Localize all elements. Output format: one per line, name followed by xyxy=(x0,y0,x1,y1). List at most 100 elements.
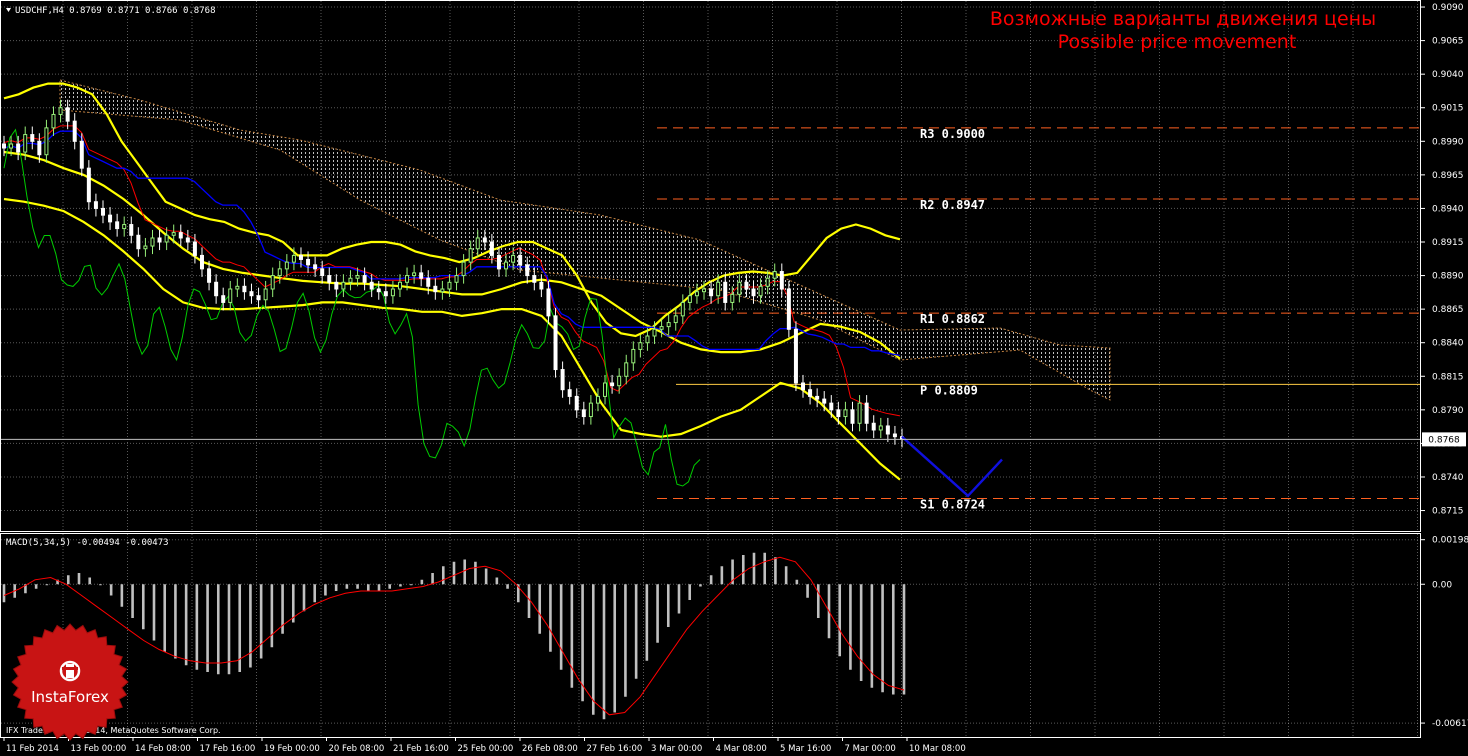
trading-chart: R3 0.9000 R2 0.8947 R1 0.8862 P 0.8809 S1 0.… xyxy=(0,0,1468,754)
candle-body xyxy=(30,134,35,142)
macd-bar xyxy=(688,584,692,600)
price-tick-label: 0.8790 xyxy=(1432,406,1464,416)
candle-body xyxy=(383,291,388,297)
candle-body xyxy=(461,261,466,277)
macd-bar xyxy=(313,584,317,603)
macd-bar xyxy=(88,577,92,585)
macd-bar xyxy=(399,584,402,587)
candle-body xyxy=(157,237,162,243)
indicator-lines xyxy=(3,82,901,487)
macd-bar xyxy=(656,584,659,643)
candle-body xyxy=(433,285,438,293)
candle-body xyxy=(426,277,431,287)
macd-bar xyxy=(549,584,552,652)
price-axis: 0.9090 0.9065 0.9040 0.9015 0.8990 0.8965 0.89… xyxy=(1,3,1468,729)
candle-body xyxy=(108,214,113,223)
macd-label: MACD(5,34,5) -0.00494 -0.00473 xyxy=(6,538,169,548)
candle-body xyxy=(864,402,869,424)
candle-body xyxy=(857,402,862,424)
macd-bar xyxy=(152,584,156,641)
macd-bar xyxy=(699,584,702,587)
candle-body xyxy=(567,389,572,397)
macd-bar xyxy=(131,584,134,618)
macd-bar xyxy=(881,584,884,693)
candle-body xyxy=(419,272,424,279)
macd-bar xyxy=(463,559,467,585)
time-tick-label: 5 Mar 16:00 xyxy=(780,744,831,754)
macd-bar xyxy=(34,584,38,589)
macd-bar xyxy=(645,584,649,661)
candle-body xyxy=(100,207,105,216)
level-label: P 0.8809 xyxy=(920,383,978,397)
candle-body xyxy=(716,281,721,297)
time-tick-label: 14 Feb 08:00 xyxy=(135,744,191,754)
time-tick-label: 13 Feb 00:00 xyxy=(71,744,127,754)
price-tick-label: 0.8890 xyxy=(1432,272,1464,282)
macd-bar xyxy=(174,584,177,659)
macd-bar xyxy=(163,584,167,652)
price-tick-label: 0.8840 xyxy=(1432,339,1464,349)
candle-body xyxy=(37,140,42,156)
candle-body xyxy=(468,248,473,263)
candle-body xyxy=(2,143,6,149)
candle-body xyxy=(207,268,212,283)
price-tick-label: 0.8815 xyxy=(1432,372,1464,382)
candle-body xyxy=(574,395,579,411)
dropdown-arrow-icon[interactable] xyxy=(6,8,11,12)
candle-body xyxy=(560,369,565,391)
candle-body xyxy=(129,224,134,236)
macd-bar xyxy=(506,584,509,589)
candle-body xyxy=(143,245,148,250)
macd-bar xyxy=(141,584,145,630)
time-tick-label: 17 Feb 16:00 xyxy=(200,744,256,754)
candle-body xyxy=(355,275,360,279)
price-tick-label: 0.8865 xyxy=(1432,305,1464,315)
candle-body xyxy=(150,237,155,247)
macd-bar xyxy=(784,566,788,585)
candle-body xyxy=(751,288,756,297)
macd-bar xyxy=(602,584,606,720)
macd-bar xyxy=(634,584,638,679)
macd-bar xyxy=(763,552,767,585)
candle-body xyxy=(489,241,494,256)
macd-bar xyxy=(356,584,359,589)
macd-bar xyxy=(66,575,70,585)
candle-body xyxy=(786,288,791,330)
macd-bar xyxy=(720,566,724,585)
macd-bar xyxy=(77,573,81,585)
candle-body xyxy=(815,395,820,400)
candle-body xyxy=(58,107,63,115)
macd-bar xyxy=(538,584,542,634)
candle-body xyxy=(801,382,806,391)
candle-body xyxy=(192,241,197,256)
level-label: R1 0.8862 xyxy=(920,312,985,326)
candle-body xyxy=(405,275,410,283)
macd-bar xyxy=(806,584,809,598)
macd-bar xyxy=(849,584,852,670)
candle-body xyxy=(617,375,622,387)
time-tick-label: 3 Mar 00:00 xyxy=(651,744,702,754)
candle-body xyxy=(822,398,827,404)
candle-body xyxy=(553,315,558,371)
macd-bar xyxy=(591,584,595,715)
candle-body xyxy=(765,277,770,287)
candle-body xyxy=(808,389,813,397)
candle-body xyxy=(610,382,615,387)
time-tick-label: 10 Mar 08:00 xyxy=(909,744,966,754)
candle-body xyxy=(178,232,183,239)
macd-bar xyxy=(774,557,777,585)
candle-body xyxy=(758,285,763,297)
candle-body xyxy=(327,275,332,283)
candle-body xyxy=(518,254,523,266)
macd-bar xyxy=(345,584,349,589)
candle-body xyxy=(341,281,346,290)
price-tick-label: 0.8915 xyxy=(1432,238,1464,248)
macd-bar xyxy=(441,566,445,585)
macd-bar xyxy=(484,568,488,585)
grid-lines xyxy=(1,1,1420,737)
symbol-label: USDCHF,H4 0.8769 0.8771 0.8766 0.8768 xyxy=(15,6,215,16)
candle-body xyxy=(122,224,127,230)
macd-bar xyxy=(666,584,670,627)
macd-bar xyxy=(334,584,338,591)
candle-body xyxy=(199,254,204,270)
